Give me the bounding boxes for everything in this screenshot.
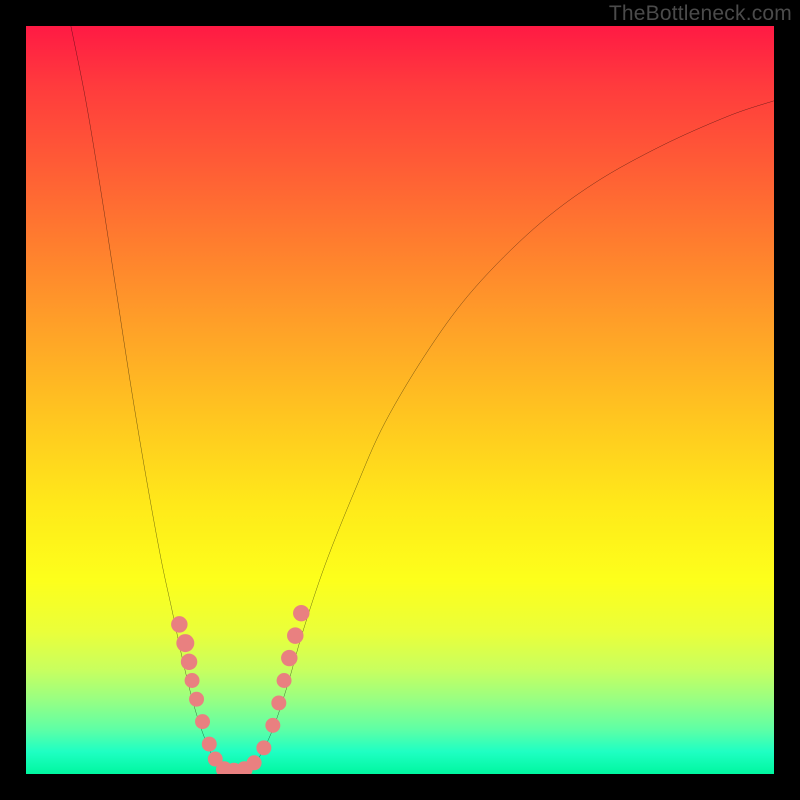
data-marker [189,692,204,707]
data-marker [293,605,309,621]
outer-frame: TheBottleneck.com [0,0,800,800]
bottleneck-curve [71,26,774,772]
data-marker [247,755,262,770]
marker-group [171,605,309,774]
data-marker [271,695,286,710]
plot-area [26,26,774,774]
data-marker [281,650,297,666]
data-marker [195,714,210,729]
data-marker [256,740,271,755]
data-marker [176,634,194,652]
data-marker [277,673,292,688]
data-marker [171,616,187,632]
data-marker [181,654,197,670]
data-marker [185,673,200,688]
data-marker [287,627,303,643]
chart-svg [26,26,774,774]
data-marker [202,737,217,752]
watermark-text: TheBottleneck.com [609,2,792,26]
data-marker [265,718,280,733]
